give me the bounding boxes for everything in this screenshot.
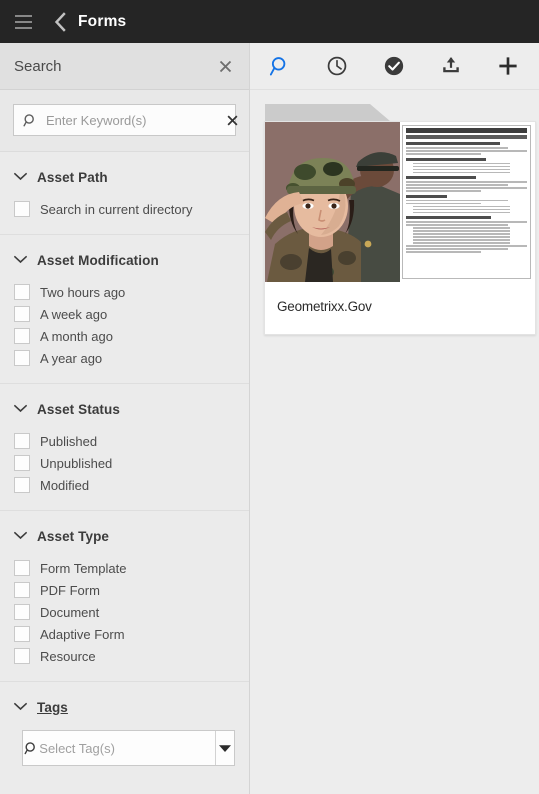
checkbox-label: Search in current directory — [40, 201, 193, 217]
facet-title: Tags — [37, 699, 68, 715]
checkbox[interactable] — [14, 604, 30, 620]
checkbox[interactable] — [14, 350, 30, 366]
chevron-down-icon — [13, 527, 28, 545]
facet-title: Asset Modification — [37, 252, 159, 268]
main-area: Geometrixx.Gov — [250, 43, 539, 794]
checkbox-row[interactable]: Form Template — [14, 557, 235, 579]
facet-asset-modification: Asset Modification Two hours ago A week … — [0, 235, 249, 384]
checkbox[interactable] — [14, 433, 30, 449]
plus-icon[interactable] — [492, 50, 524, 82]
app-body: Search Enter Keyword(s) Asset Path Searc… — [0, 43, 539, 794]
checkbox[interactable] — [14, 284, 30, 300]
checkbox-label: A year ago — [40, 350, 103, 366]
chevron-down-icon — [13, 251, 28, 269]
chevron-left-icon[interactable] — [46, 8, 74, 36]
upload-icon[interactable] — [435, 50, 467, 82]
keyword-search-area — [0, 90, 249, 152]
document-page — [402, 125, 531, 279]
facet-asset-status-toggle[interactable]: Asset Status — [0, 398, 249, 420]
government-form-document — [400, 122, 535, 282]
checkbox-label: Resource — [40, 648, 96, 664]
checkbox[interactable] — [14, 648, 30, 664]
checkbox-row[interactable]: Modified — [14, 474, 235, 496]
checkbox-label: Adaptive Form — [40, 626, 125, 642]
search-input-group[interactable] — [13, 104, 239, 136]
facet-asset-type-options: Form Template PDF Form Document Adaptive… — [0, 547, 249, 667]
facet-title: Asset Path — [37, 169, 108, 185]
checkbox-row[interactable]: Search in current directory — [14, 198, 235, 220]
search-icon — [23, 731, 39, 765]
caret-down-icon[interactable] — [215, 731, 234, 765]
facet-asset-type: Asset Type Form Template PDF Form Docume… — [0, 511, 249, 682]
facet-asset-modification-toggle[interactable]: Asset Modification — [0, 249, 249, 271]
search-icon — [23, 113, 38, 128]
checkbox-label: A month ago — [40, 328, 113, 344]
facet-list: Asset Path Search in current directory A… — [0, 152, 249, 794]
forms-app: Forms Search Enter Keyword(s) Asset Path… — [0, 0, 539, 794]
facet-asset-status-options: Published Unpublished Modified — [0, 420, 249, 496]
checkbox-label: Two hours ago — [40, 284, 126, 300]
checkbox[interactable] — [14, 560, 30, 576]
facet-asset-path-toggle[interactable]: Asset Path — [0, 166, 249, 188]
checkbox-label: A week ago — [40, 306, 108, 322]
checkbox-row[interactable]: PDF Form — [14, 579, 235, 601]
sidebar-header: Search — [0, 43, 249, 90]
chevron-down-icon — [13, 400, 28, 418]
checkbox-label: Unpublished — [40, 455, 113, 471]
clock-icon[interactable] — [321, 50, 353, 82]
soldier-salute-photo — [265, 122, 400, 282]
action-toolbar — [250, 43, 539, 90]
facet-title: Asset Type — [37, 528, 110, 544]
checkbox-row[interactable]: Resource — [14, 645, 235, 667]
checkbox-row[interactable]: Two hours ago — [14, 281, 235, 303]
facet-asset-status: Asset Status Published Unpublished Modif… — [0, 384, 249, 511]
folder-tab — [265, 104, 390, 121]
checkbox-row[interactable]: Unpublished — [14, 452, 235, 474]
facet-asset-modification-options: Two hours ago A week ago A month ago A y… — [0, 271, 249, 369]
facet-asset-type-toggle[interactable]: Asset Type — [0, 525, 249, 547]
chevron-down-icon — [13, 168, 28, 186]
top-header-bar: Forms — [0, 0, 539, 43]
checkbox[interactable] — [14, 626, 30, 642]
asset-card-wrapper: Geometrixx.Gov — [264, 104, 539, 335]
checkbox[interactable] — [14, 201, 30, 217]
tag-picker[interactable] — [22, 730, 235, 766]
checkbox[interactable] — [14, 477, 30, 493]
card-title: Geometrixx.Gov — [277, 299, 372, 314]
search-sidebar: Search Enter Keyword(s) Asset Path Searc… — [0, 43, 250, 794]
checkbox-label: PDF Form — [40, 582, 100, 598]
tag-input[interactable] — [39, 731, 216, 765]
close-icon[interactable] — [218, 59, 233, 74]
page-title: Forms — [78, 13, 127, 30]
facet-tags: Tags — [0, 682, 249, 782]
checkbox-row[interactable]: A month ago — [14, 325, 235, 347]
card-thumbnail — [265, 122, 535, 282]
sidebar-title: Search — [14, 57, 62, 75]
checkbox-row[interactable]: Adaptive Form — [14, 623, 235, 645]
facet-asset-path-options: Search in current directory — [0, 188, 249, 220]
check-circle-icon[interactable] — [378, 50, 410, 82]
checkbox-label: Document — [40, 604, 100, 620]
checkbox-row[interactable]: Document — [14, 601, 235, 623]
checkbox-row[interactable]: Published — [14, 430, 235, 452]
hamburger-icon[interactable] — [10, 9, 36, 35]
clear-search-icon[interactable] — [222, 114, 239, 127]
checkbox[interactable] — [14, 455, 30, 471]
facet-tags-toggle[interactable]: Tags — [0, 696, 249, 718]
asset-card[interactable]: Geometrixx.Gov — [264, 121, 536, 335]
search-icon[interactable] — [264, 50, 296, 82]
checkbox[interactable] — [14, 582, 30, 598]
checkbox[interactable] — [14, 306, 30, 322]
facet-asset-path: Asset Path Search in current directory — [0, 152, 249, 235]
checkbox-label: Published — [40, 433, 98, 449]
facet-title: Asset Status — [37, 401, 120, 417]
search-input[interactable] — [38, 112, 222, 128]
chevron-down-icon — [13, 698, 28, 716]
asset-grid: Geometrixx.Gov — [250, 90, 539, 794]
checkbox-row[interactable]: A year ago — [14, 347, 235, 369]
checkbox-label: Modified — [40, 477, 90, 493]
checkbox[interactable] — [14, 328, 30, 344]
checkbox-row[interactable]: A week ago — [14, 303, 235, 325]
checkbox-label: Form Template — [40, 560, 127, 576]
